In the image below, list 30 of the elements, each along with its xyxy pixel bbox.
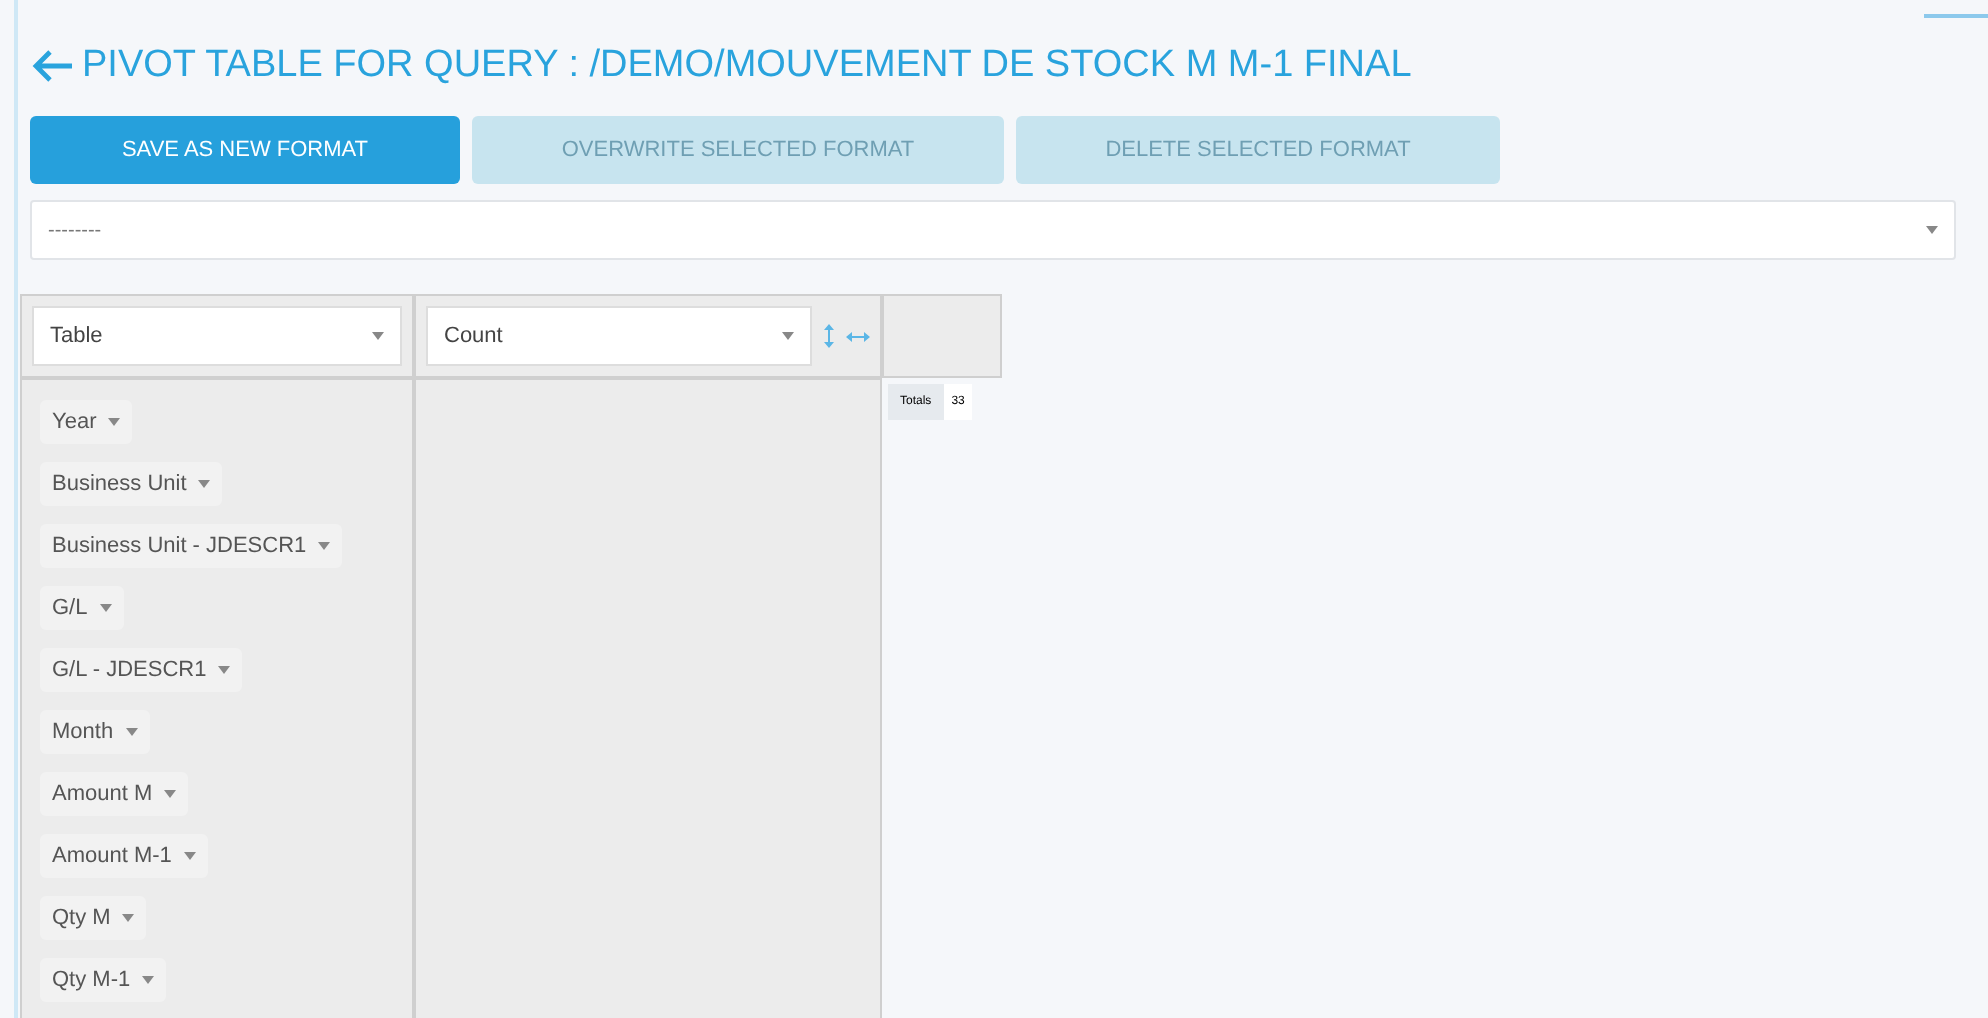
caret-icon — [108, 418, 121, 426]
caret-icon — [218, 666, 231, 674]
field-chip[interactable]: Amount M — [40, 772, 189, 816]
caret-icon — [318, 542, 331, 550]
field-chip[interactable]: Business Unit - JDESCR1 — [40, 524, 343, 568]
caret-icon — [183, 852, 196, 860]
page-title: PIVOT TABLE FOR QUERY : /DEMO/MOUVEMENT DE STOCK M M-1 FINAL — [82, 44, 1412, 88]
aggregator-select[interactable]: Count — [426, 306, 812, 366]
field-chip[interactable]: Qty M-1 — [40, 958, 167, 1002]
caret-icon — [164, 790, 177, 798]
caret-icon — [782, 332, 794, 340]
sort-columns-icon[interactable] — [846, 331, 870, 341]
caret-icon — [122, 914, 135, 922]
renderer-select[interactable]: Table — [32, 306, 402, 366]
caret-icon — [198, 480, 211, 488]
field-chip[interactable]: G/L — [40, 586, 124, 630]
field-chip[interactable]: Amount M-1 — [40, 834, 208, 878]
field-chip[interactable]: Year — [40, 400, 133, 444]
field-chip[interactable]: Business Unit — [40, 462, 223, 506]
caret-icon — [125, 728, 138, 736]
caret-icon — [1926, 226, 1938, 234]
caret-icon — [372, 332, 384, 340]
field-chip[interactable]: Month — [40, 710, 150, 754]
field-chip[interactable]: Qty M — [40, 896, 147, 940]
caret-icon — [142, 976, 155, 984]
format-select[interactable]: -------- — [30, 200, 1956, 260]
caret-icon — [99, 604, 112, 612]
field-chip[interactable]: G/L - JDESCR1 — [40, 648, 243, 692]
sort-rows-icon[interactable] — [824, 324, 834, 348]
back-arrow-icon[interactable] — [30, 48, 74, 84]
